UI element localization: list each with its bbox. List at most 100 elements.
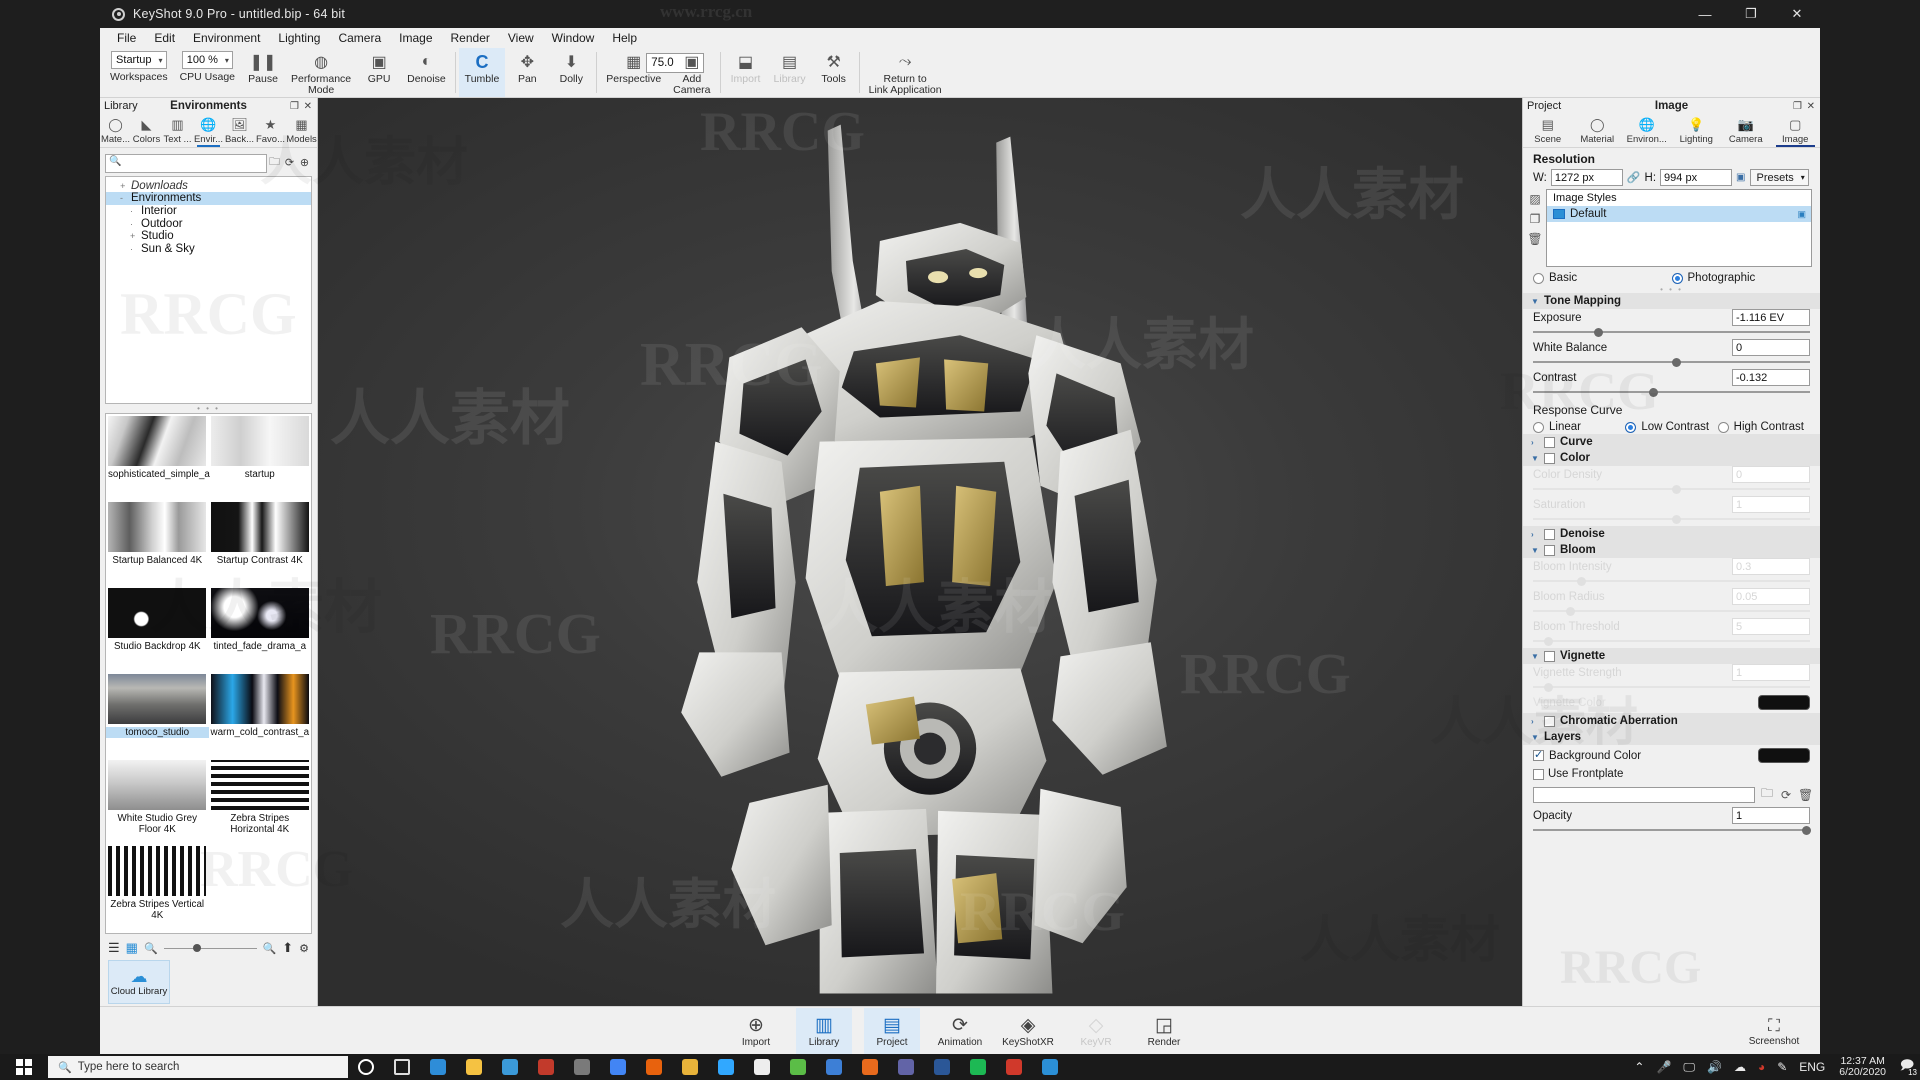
chevron-down-icon[interactable]: ▼	[1531, 733, 1539, 742]
menu-image[interactable]: Image	[390, 28, 441, 48]
library-tab-backplate[interactable]: 🖼 Back...	[224, 116, 255, 147]
tree-twisty-icon[interactable]: ·	[130, 219, 141, 229]
library-search-input[interactable]	[105, 153, 267, 173]
taskbar-red-app-icon[interactable]	[996, 1054, 1032, 1080]
project-tab-camera[interactable]: 📷 Camera	[1721, 116, 1771, 147]
tree-node-outdoor[interactable]: · Outdoor	[106, 217, 311, 230]
tree-node-interior[interactable]: · Interior	[106, 205, 311, 218]
menu-window[interactable]: Window	[543, 28, 604, 48]
environment-thumbnail[interactable]: Startup Balanced 4K	[106, 500, 209, 586]
group-checkbox[interactable]	[1544, 650, 1555, 662]
exposure-knob[interactable]	[1593, 327, 1603, 337]
group-chromatic-aberration[interactable]: › Chromatic Aberration	[1523, 713, 1820, 729]
taskbar-word-icon[interactable]	[924, 1054, 960, 1080]
response-curve-low-contrast[interactable]: Low Contrast	[1625, 421, 1717, 433]
taskbar-edge-icon[interactable]	[420, 1054, 456, 1080]
opacity-value[interactable]: 1	[1732, 807, 1810, 824]
menu-edit[interactable]: Edit	[145, 28, 184, 48]
chevron-right-icon[interactable]: ›	[1531, 438, 1539, 447]
contrast-value[interactable]: -0.132	[1732, 369, 1810, 386]
group-vignette[interactable]: ▼ Vignette	[1523, 648, 1820, 664]
taskbar-photoshop-icon[interactable]	[708, 1054, 744, 1080]
reload-icon[interactable]: ⟳	[1779, 788, 1793, 802]
taskbar-teams-icon[interactable]	[888, 1054, 924, 1080]
taskbar-file-explorer-icon[interactable]	[456, 1054, 492, 1080]
library-tab-texture[interactable]: ▥ Text ...	[162, 116, 193, 147]
taskbar-blue-app-icon[interactable]	[816, 1054, 852, 1080]
project-splitter[interactable]: • • •	[1523, 285, 1820, 294]
list-view-icon[interactable]: ☰	[108, 940, 120, 956]
float-panel-icon[interactable]: ❐	[290, 101, 299, 112]
group-checkbox[interactable]	[1544, 452, 1555, 464]
close-icon[interactable]: ✕	[1807, 101, 1815, 112]
chevron-down-icon[interactable]: ▼	[1531, 454, 1539, 463]
group-bloom[interactable]: ▼ Bloom	[1523, 542, 1820, 558]
tree-twisty-icon[interactable]: +	[130, 231, 141, 241]
basic-mode-radio[interactable]: Basic	[1533, 272, 1672, 284]
exposure-slider[interactable]: Exposure -1.116 EV	[1523, 309, 1820, 339]
environment-thumbnail[interactable]: White Studio Grey Floor 4K	[106, 758, 209, 844]
trash-icon[interactable]: 🗑	[1798, 788, 1813, 802]
close-icon[interactable]: ✕	[304, 101, 312, 112]
upload-icon[interactable]: ⬆	[282, 940, 293, 956]
environment-thumbnail[interactable]: tomoco_studio	[106, 672, 209, 758]
taskbar-video-icon[interactable]	[564, 1054, 600, 1080]
environment-thumbnail[interactable]: Studio Backdrop 4K	[106, 586, 209, 672]
exposure-track[interactable]	[1533, 327, 1810, 337]
opacity-slider[interactable]: Opacity 1	[1523, 807, 1820, 837]
response-curve-high-contrast[interactable]: High Contrast	[1717, 421, 1810, 433]
image-styles-list[interactable]: Image Styles Default ▣	[1546, 189, 1812, 267]
show-hidden-icons[interactable]: ⌃	[1628, 1060, 1650, 1074]
white-balance-slider[interactable]: White Balance 0	[1523, 339, 1820, 369]
grid-view-icon[interactable]: ▦	[126, 940, 138, 956]
group-checkbox[interactable]	[1544, 544, 1555, 556]
width-input[interactable]: 1272 px	[1550, 169, 1623, 186]
toolbar-pause[interactable]: ❚❚ Pause	[241, 48, 285, 97]
group-layers[interactable]: ▼ Layers	[1523, 729, 1820, 745]
library-tree[interactable]: + Downloads - Environments · Interior · Outdoor…	[105, 175, 312, 404]
display-icon[interactable]: 🖵	[1677, 1060, 1701, 1075]
toolbar-tumble[interactable]: C Tumble	[458, 48, 506, 97]
taskbar-task-view-icon[interactable]	[384, 1054, 420, 1080]
environment-thumbnail[interactable]: Zebra Stripes Vertical 4K	[106, 844, 209, 930]
chevron-right-icon[interactable]: ›	[1531, 717, 1539, 726]
menu-lighting[interactable]: Lighting	[269, 28, 329, 48]
dock-animation[interactable]: ⟳ Animation	[932, 1008, 988, 1054]
tree-twisty-icon[interactable]: ·	[130, 206, 141, 216]
library-tab-favorites[interactable]: ★ Favo...	[255, 116, 286, 147]
tree-node-studio[interactable]: + Studio	[106, 230, 311, 243]
exposure-value[interactable]: -1.116 EV	[1732, 309, 1810, 326]
folder-icon[interactable]: 🗀	[267, 153, 282, 172]
height-input[interactable]: 994 px	[1660, 169, 1733, 186]
taskbar-keyshot-icon[interactable]	[744, 1054, 780, 1080]
action-center-icon[interactable]: 🗩 13	[1894, 1056, 1920, 1078]
tree-twisty-icon[interactable]: +	[120, 181, 131, 191]
taskbar-clock[interactable]: 12:37 AM 6/20/2020	[1831, 1056, 1894, 1078]
environment-thumbnail[interactable]: Zebra Stripes Horizontal 4K	[209, 758, 312, 844]
environment-thumbnail[interactable]: Startup Contrast 4K	[209, 500, 312, 586]
dock-import[interactable]: ⊕ Import	[728, 1008, 784, 1054]
environment-thumbnail[interactable]: sophisticated_simple_a	[106, 414, 210, 500]
tone-mapping-group-header[interactable]: ▼ Tone Mapping	[1523, 293, 1820, 309]
workspaces-control[interactable]: Startup Workspaces	[104, 48, 174, 97]
taskbar-plant-icon[interactable]	[780, 1054, 816, 1080]
style-lock-icon[interactable]: ▣	[1797, 209, 1806, 220]
dock-render[interactable]: ◲ Render	[1136, 1008, 1192, 1054]
zoom-in-icon[interactable]: 🔍	[263, 942, 277, 955]
lock-icon[interactable]: ▣	[1736, 172, 1745, 183]
toolbar-tools[interactable]: ⚒ Tools	[812, 48, 856, 97]
dock-project[interactable]: ▤ Project	[864, 1007, 920, 1054]
dock-library[interactable]: ▥ Library	[796, 1007, 852, 1054]
project-tab-scene[interactable]: ▤ Scene	[1523, 116, 1573, 147]
windows-start-icon[interactable]	[0, 1054, 48, 1080]
white-balance-knob[interactable]	[1671, 357, 1681, 367]
delete-style-icon[interactable]: 🗑	[1527, 232, 1542, 246]
opacity-knob[interactable]	[1801, 825, 1811, 835]
menu-view[interactable]: View	[499, 28, 543, 48]
library-tab-models[interactable]: ▦ Models	[286, 116, 317, 147]
library-tab-colors[interactable]: ◣ Colors	[131, 116, 162, 147]
dock-keyshotxr[interactable]: ◈ KeyShotXR	[1000, 1008, 1056, 1054]
contrast-knob[interactable]	[1649, 387, 1659, 397]
white-balance-track[interactable]	[1533, 357, 1810, 367]
group-denoise[interactable]: › Denoise	[1523, 526, 1820, 542]
